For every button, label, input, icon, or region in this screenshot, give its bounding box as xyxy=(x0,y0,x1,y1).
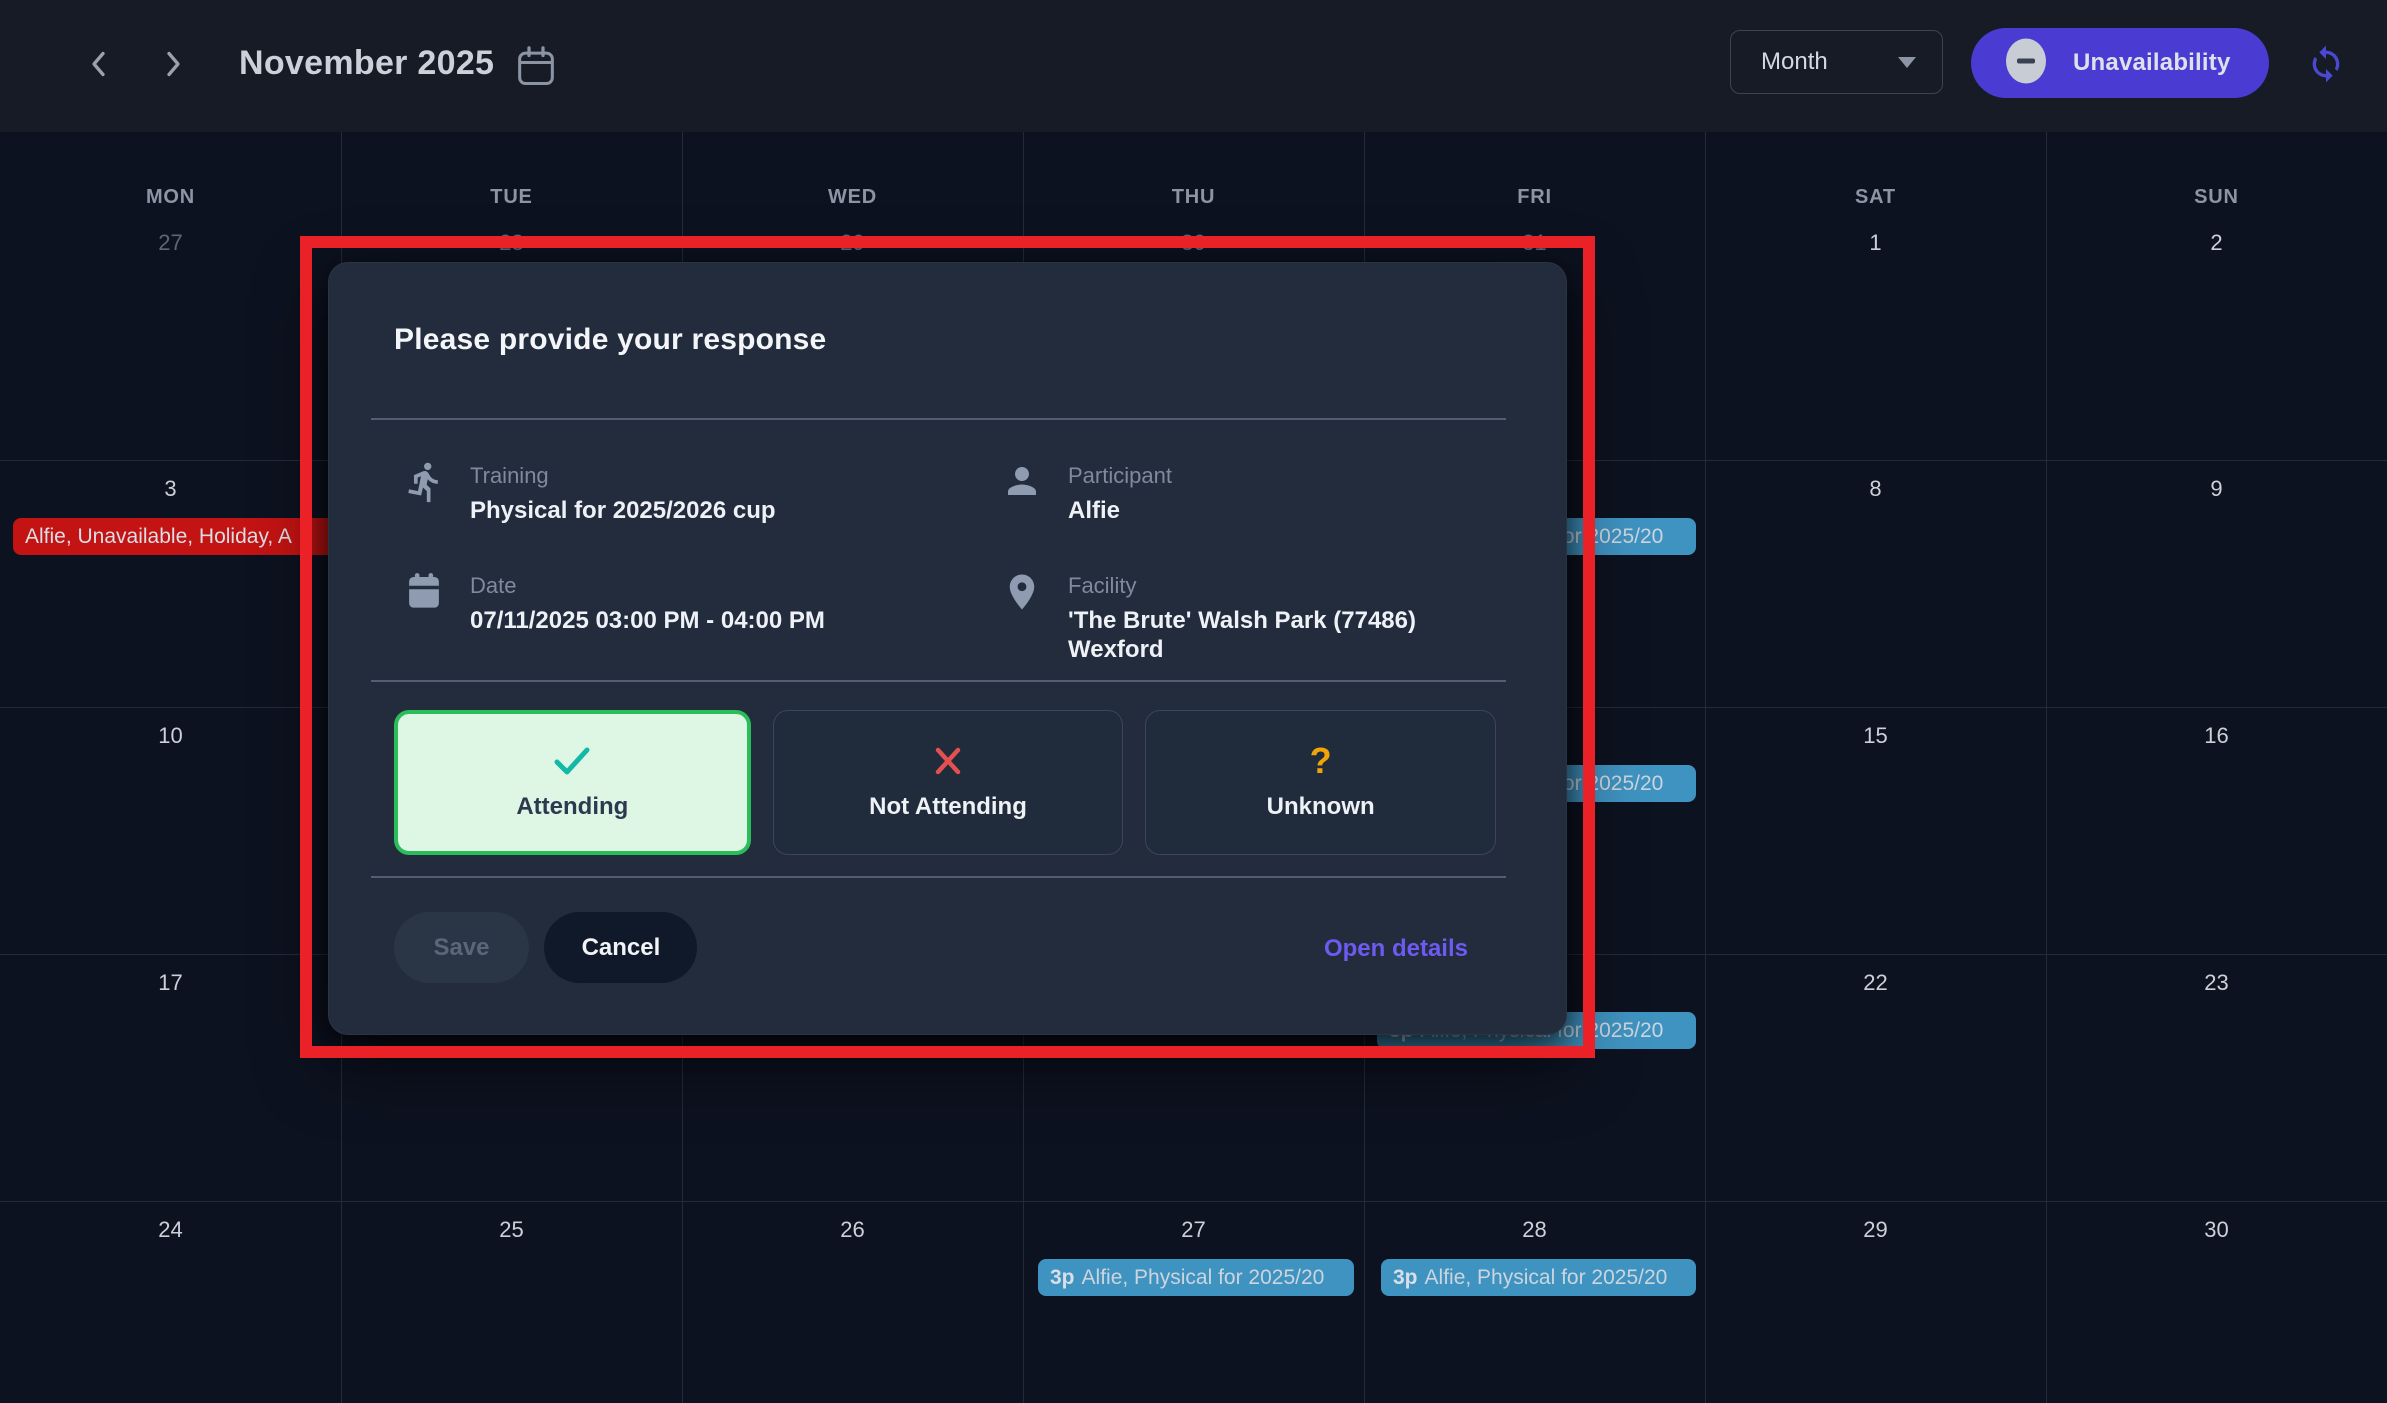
unknown-option[interactable]: ? Unknown xyxy=(1145,710,1496,855)
event-chip-training[interactable]: 3pAlfie, Physical for 2025/20 xyxy=(1381,1259,1696,1296)
attending-option[interactable]: Attending xyxy=(394,710,751,855)
day-cell[interactable]: 2 xyxy=(2046,230,2387,256)
field-value: 07/11/2025 03:00 PM - 04:00 PM xyxy=(470,606,825,635)
runner-icon xyxy=(403,460,447,509)
day-cell[interactable]: 28 xyxy=(1364,1217,1705,1243)
grid-line xyxy=(2046,132,2047,1403)
day-header-mon: MON xyxy=(0,186,341,209)
chevron-down-icon xyxy=(1898,57,1916,68)
cross-icon xyxy=(933,745,963,777)
day-cell[interactable]: 9 xyxy=(2046,476,2387,502)
day-cell[interactable]: 15 xyxy=(1705,723,2046,749)
not-attending-option[interactable]: Not Attending xyxy=(773,710,1124,855)
unavailability-label: Unavailability xyxy=(2073,49,2231,77)
calendar-filled-icon xyxy=(403,570,445,617)
day-cell[interactable]: 27 xyxy=(0,230,341,256)
field-label: Participant xyxy=(1068,463,1172,489)
field-label: Training xyxy=(470,463,776,489)
chevron-right-icon xyxy=(159,49,185,84)
open-details-link[interactable]: Open details xyxy=(1324,935,1468,963)
sync-icon xyxy=(2306,44,2346,89)
day-header-sun: SUN xyxy=(2046,186,2387,209)
event-time-prefix: 3p xyxy=(1050,1266,1075,1289)
view-select[interactable]: Month xyxy=(1730,30,1943,94)
day-header-thu: THU xyxy=(1023,186,1364,209)
day-cell[interactable]: 27 xyxy=(1023,1217,1364,1243)
day-cell[interactable]: 24 xyxy=(0,1217,341,1243)
divider xyxy=(371,418,1506,420)
sync-button[interactable] xyxy=(2304,44,2348,88)
modal-footer: Save Cancel xyxy=(394,912,1798,983)
cancel-button[interactable]: Cancel xyxy=(544,912,697,983)
day-cell[interactable]: 30 xyxy=(2046,1217,2387,1243)
minus-circle-icon xyxy=(2005,38,2047,89)
unavailability-button[interactable]: Unavailability xyxy=(1971,28,2269,98)
location-pin-icon xyxy=(1001,570,1043,619)
option-label: Unknown xyxy=(1267,793,1375,821)
check-icon xyxy=(552,745,592,777)
day-cell[interactable]: 28 xyxy=(341,230,682,256)
next-month-button[interactable] xyxy=(152,46,192,86)
modal-title: Please provide your response xyxy=(394,323,826,357)
response-options: Attending Not Attending ? Unknown xyxy=(394,710,1496,855)
day-cell[interactable]: 8 xyxy=(1705,476,2046,502)
day-header-fri: FRI xyxy=(1364,186,1705,209)
divider xyxy=(371,876,1506,878)
save-button[interactable]: Save xyxy=(394,912,529,983)
field-value: 'The Brute' Walsh Park (77486) xyxy=(1068,606,1416,635)
calendar-icon[interactable] xyxy=(516,45,556,92)
chevron-left-icon xyxy=(87,49,113,84)
prev-month-button[interactable] xyxy=(80,46,120,86)
day-cell[interactable]: 26 xyxy=(682,1217,1023,1243)
question-icon: ? xyxy=(1310,745,1332,777)
day-cell[interactable]: 30 xyxy=(1023,230,1364,256)
field-value: Alfie xyxy=(1068,496,1172,525)
grid-line xyxy=(1705,132,1706,1403)
field-value: Physical for 2025/2026 cup xyxy=(470,496,776,525)
divider xyxy=(371,680,1506,682)
event-chip-training[interactable]: 3pAlfie, Physical for 2025/20 xyxy=(1038,1259,1354,1296)
day-cell[interactable]: 29 xyxy=(1705,1217,2046,1243)
day-cell[interactable]: 17 xyxy=(0,970,341,996)
event-time-prefix: 3p xyxy=(1393,1266,1418,1289)
response-modal: Please provide your response Training Ph… xyxy=(328,262,1567,1035)
event-chip-unavailability[interactable]: Alfie, Unavailable, Holiday, A xyxy=(13,518,338,555)
view-select-value: Month xyxy=(1761,48,1828,76)
field-label: Date xyxy=(470,573,825,599)
day-cell[interactable]: 10 xyxy=(0,723,341,749)
field-value-line2: Wexford xyxy=(1068,635,1416,664)
grid-line xyxy=(0,1201,2387,1202)
day-cell[interactable]: 31 xyxy=(1364,230,1705,256)
month-title: November 2025 xyxy=(239,44,494,83)
option-label: Not Attending xyxy=(869,793,1027,821)
day-cell[interactable]: 1 xyxy=(1705,230,2046,256)
day-cell[interactable]: 29 xyxy=(682,230,1023,256)
day-cell[interactable]: 16 xyxy=(2046,723,2387,749)
day-cell[interactable]: 25 xyxy=(341,1217,682,1243)
top-bar: November 2025 Month Unavailability xyxy=(0,0,2387,132)
day-header-wed: WED xyxy=(682,186,1023,209)
day-cell[interactable]: 3 xyxy=(0,476,341,502)
option-label: Attending xyxy=(516,793,628,821)
day-header-tue: TUE xyxy=(341,186,682,209)
person-icon xyxy=(1001,460,1043,507)
day-header-sat: SAT xyxy=(1705,186,2046,209)
day-cell[interactable]: 23 xyxy=(2046,970,2387,996)
field-label: Facility xyxy=(1068,573,1416,599)
